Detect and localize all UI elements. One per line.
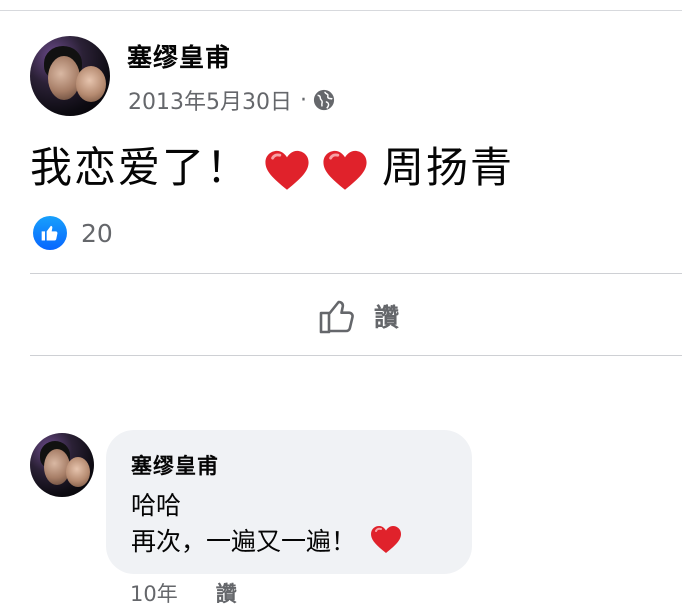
reaction-count[interactable]: 20	[81, 219, 113, 248]
globe-icon[interactable]	[313, 89, 335, 111]
top-divider	[0, 10, 682, 11]
comment-author-name[interactable]: 塞缪皇甫	[131, 450, 219, 480]
post-author-name[interactable]: 塞缪皇甫	[127, 38, 231, 74]
author-avatar[interactable]	[30, 36, 110, 116]
comment-text-line: 哈哈	[131, 491, 182, 520]
reactions-summary[interactable]: 20	[33, 216, 113, 250]
comment-actions: 10年 讚	[130, 578, 237, 608]
heart-icon	[370, 524, 402, 556]
like-label: 讚	[374, 303, 400, 332]
divider	[30, 355, 682, 356]
heart-icon	[322, 148, 368, 194]
post-date[interactable]: 2013年5月30日	[128, 84, 292, 116]
comment-like-button[interactable]: 讚	[216, 578, 237, 608]
divider	[30, 273, 682, 274]
comment-text-line: 再次，一遍又一遍！	[131, 522, 402, 558]
meta-separator: ·	[299, 87, 307, 113]
post-text-before: 我恋爱了！	[30, 143, 251, 192]
commenter-avatar[interactable]	[30, 433, 94, 497]
heart-icon	[264, 148, 310, 194]
like-button[interactable]: 讚	[318, 296, 399, 336]
post-meta: 2013年5月30日 ·	[128, 84, 335, 116]
thumbs-up-outline-icon	[319, 300, 354, 334]
post-text-after: 周扬青	[382, 143, 515, 192]
like-icon	[33, 216, 67, 250]
post-body: 我恋爱了！ 周扬青	[30, 134, 514, 195]
comment-bubble: 塞缪皇甫 哈哈 再次，一遍又一遍！	[106, 430, 472, 574]
comment-text: 再次，一遍又一遍！	[131, 527, 357, 556]
comment-age[interactable]: 10年	[130, 578, 178, 608]
